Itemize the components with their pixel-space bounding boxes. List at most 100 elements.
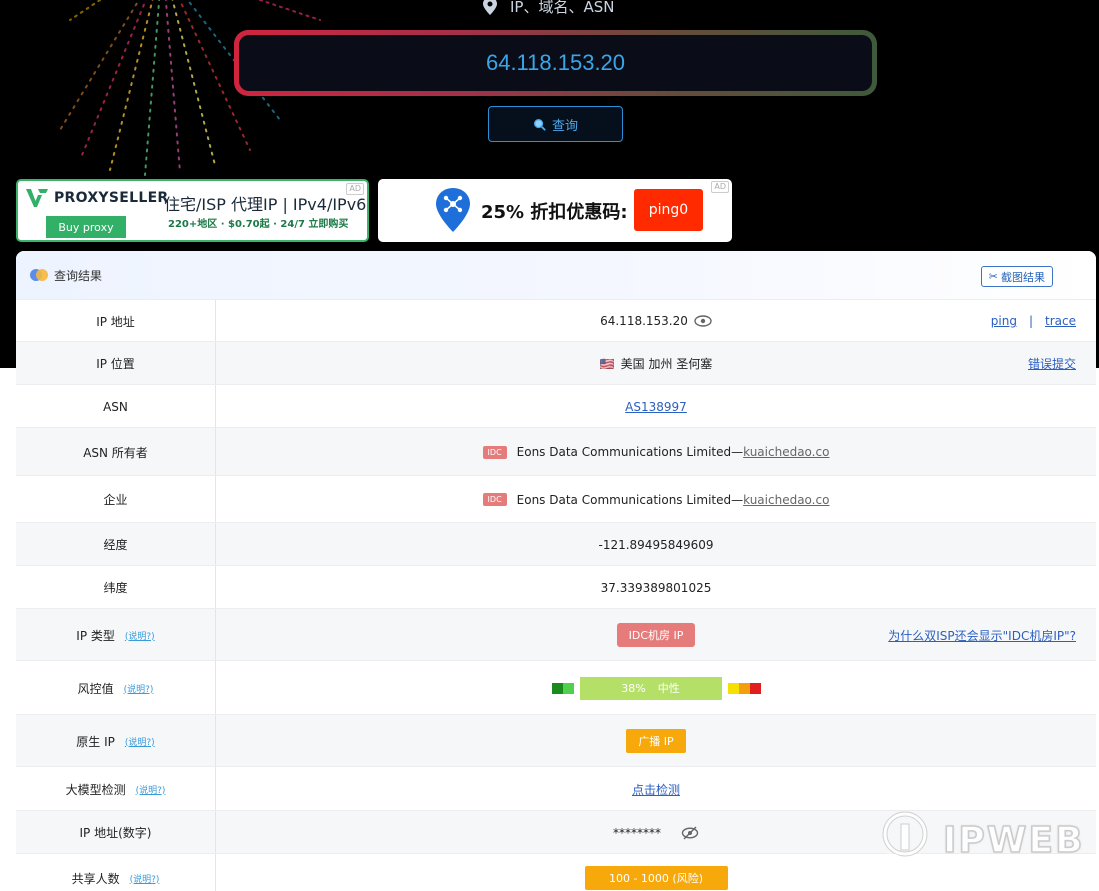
search-box [234,30,877,96]
organization-domain-link[interactable]: kuaichedao.co [743,493,829,507]
proxyseller-logo: PROXYSELLER [24,187,169,209]
link-separator: | [1028,314,1034,328]
llm-check-label: 大模型检测 [65,782,126,797]
location-pin-icon [436,188,470,232]
promo-ad[interactable]: 25% 折扣优惠码: ping0 AD [378,179,732,242]
eye-icon[interactable] [694,315,712,327]
row-label: IP 地址(数字) [16,811,216,854]
risk-segment-low-1 [551,682,563,694]
us-flag-icon: 🇺🇸 [599,356,615,371]
row-value: 广播 IP [216,715,1096,767]
buy-proxy-button[interactable]: Buy proxy [46,216,126,238]
search-input[interactable] [239,35,872,91]
row-label: 共享人数 (说明?) [16,854,216,891]
search-hint: IP、域名、ASN [480,0,614,18]
ipweb-logo-icon [877,811,933,867]
risk-label: 风控值 [77,681,114,696]
search-hint-text: IP、域名、ASN [510,0,615,16]
ip-type-label: IP 类型 [76,628,115,643]
row-asn: ASN AS138997 [16,384,1096,428]
promo-text: 25% 折扣优惠码: [481,202,628,223]
screenshot-button[interactable]: ✂ 截图结果 [980,266,1053,287]
ad-marker-icon: AD [346,183,364,195]
query-button-label: 查询 [551,118,578,134]
ip-location-value: 美国 加州 圣何塞 [620,357,713,371]
native-ip-label: 原生 IP [76,734,115,749]
search-icon [534,118,546,131]
row-value: AS138997 [216,385,1096,428]
risk-segment-high-1 [727,682,739,694]
report-error-link[interactable]: 错误提交 [1028,355,1076,372]
row-value: 38% 中性 [216,661,1096,715]
query-button[interactable]: 查询 [488,106,623,142]
risk-segment-low-2 [562,682,574,694]
native-ip-tag: 广播 IP [626,729,686,753]
screenshot-button-label: 截图结果 [1001,270,1045,284]
risk-level: 中性 [657,682,680,695]
row-label: 风控值 (说明?) [16,661,216,715]
risk-segment-high-3 [749,682,761,694]
row-label: 纬度 [16,566,216,609]
row-value: 点击检测 [216,767,1096,811]
ip-type-explain-link[interactable]: (说明?) [125,629,155,642]
promo-code-button[interactable]: ping0 [634,189,703,231]
row-organization: 企业 IDC Eons Data Communications Limited—… [16,475,1096,523]
ip-type-help-link[interactable]: 为什么双ISP还会显示"IDC机房IP"? [888,627,1076,644]
ip-numeric-value: ******** [613,825,661,840]
row-ip-type: IP 类型 (说明?) IDC机房 IP 为什么双ISP还会显示"IDC机房IP… [16,608,1096,661]
proxyseller-title: 住宅/ISP 代理IP | IPv4/IPv6 [164,195,367,214]
row-label: ASN 所有者 [16,428,216,476]
asn-owner-domain-link[interactable]: kuaichedao.co [743,445,829,459]
shared-users-explain-link[interactable]: (说明?) [130,872,160,885]
scissors-icon: ✂ [988,270,998,283]
proxyseller-subtitle: 220+地区 · $0.70起 · 24/7 立即购买 [168,219,349,230]
ip-address-value: 64.118.153.20 [600,314,688,328]
location-pin-icon [483,0,497,15]
row-label: IP 类型 (说明?) [16,609,216,661]
row-value: 64.118.153.20 [216,300,1096,342]
llm-check-explain-link[interactable]: (说明?) [136,783,166,796]
row-asn-owner: ASN 所有者 IDC Eons Data Communications Lim… [16,427,1096,476]
idc-badge: IDC [482,445,507,459]
row-latitude: 纬度 37.339389801025 [16,565,1096,609]
row-value: IDC Eons Data Communications Limited— ku… [216,428,1096,476]
eye-off-icon[interactable] [681,826,699,840]
risk-explain-link[interactable]: (说明?) [124,682,154,695]
ping-link[interactable]: ping [991,314,1017,328]
longitude-value: -121.89495849609 [598,537,714,552]
risk-percent: 38% [621,681,646,695]
native-ip-explain-link[interactable]: (说明?) [125,735,155,748]
ip-type-help-wrap: 为什么双ISP还会显示"IDC机房IP"? [888,609,1076,661]
trace-link[interactable]: trace [1045,314,1076,328]
risk-score-bar: 38% 中性 [579,676,722,700]
latitude-value: 37.339389801025 [600,580,712,595]
results-logo-icon [30,269,50,281]
shared-users-label: 共享人数 [71,871,120,886]
row-value: IDC Eons Data Communications Limited— ku… [216,476,1096,523]
row-label: 企业 [16,476,216,523]
asn-link[interactable]: AS138997 [625,400,687,414]
watermark-text: IPWEB [942,819,1085,862]
row-label: 原生 IP (说明?) [16,715,216,767]
ip-type-tag: IDC机房 IP [616,623,696,647]
llm-check-link[interactable]: 点击检测 [632,781,680,798]
asn-owner-value: Eons Data Communications Limited— [516,445,744,459]
ipweb-watermark: IPWEB [873,810,1085,870]
shared-users-tag: 100 - 1000 (风险) [584,866,728,890]
row-ip-address: IP 地址 64.118.153.20 ping | trace [16,299,1096,342]
row-label: IP 地址 [16,300,216,342]
row-label: IP 位置 [16,342,216,385]
proxyseller-ad[interactable]: PROXYSELLER Buy proxy 住宅/ISP 代理IP | IPv4… [16,179,369,242]
report-error-wrap: 错误提交 [1028,342,1076,385]
row-label: 大模型检测 (说明?) [16,767,216,811]
row-native-ip: 原生 IP (说明?) 广播 IP [16,714,1096,767]
proxyseller-logo-icon [26,189,48,207]
organization-value: Eons Data Communications Limited— [516,492,744,507]
ip-tools-links: ping | trace [991,300,1076,342]
idc-badge: IDC [482,493,507,506]
row-ip-location: IP 位置 🇺🇸 美国 加州 圣何塞 错误提交 [16,341,1096,385]
row-llm-check: 大模型检测 (说明?) 点击检测 [16,766,1096,811]
results-title: 查询结果 [54,269,103,283]
row-label: 经度 [16,523,216,566]
results-header: 查询结果 ✂ 截图结果 [16,251,1096,299]
